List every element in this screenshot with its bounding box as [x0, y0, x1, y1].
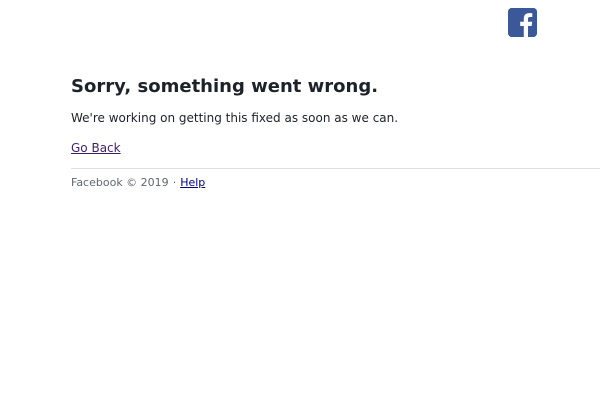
- help-link[interactable]: Help: [180, 176, 205, 189]
- divider: [71, 168, 600, 169]
- go-back-link[interactable]: Go Back: [71, 140, 121, 156]
- error-title: Sorry, something went wrong.: [71, 76, 379, 97]
- facebook-f-icon: [508, 8, 537, 37]
- error-message: We're working on getting this fixed as s…: [71, 111, 399, 125]
- footer-separator: ·: [172, 176, 177, 189]
- facebook-logo-icon[interactable]: [508, 8, 537, 37]
- error-page: Sorry, something went wrong. We're worki…: [0, 0, 600, 400]
- copyright-text: Facebook © 2019: [71, 176, 169, 189]
- footer: Facebook © 2019 · Help: [71, 175, 205, 191]
- error-content: Sorry, something went wrong. We're worki…: [71, 74, 591, 156]
